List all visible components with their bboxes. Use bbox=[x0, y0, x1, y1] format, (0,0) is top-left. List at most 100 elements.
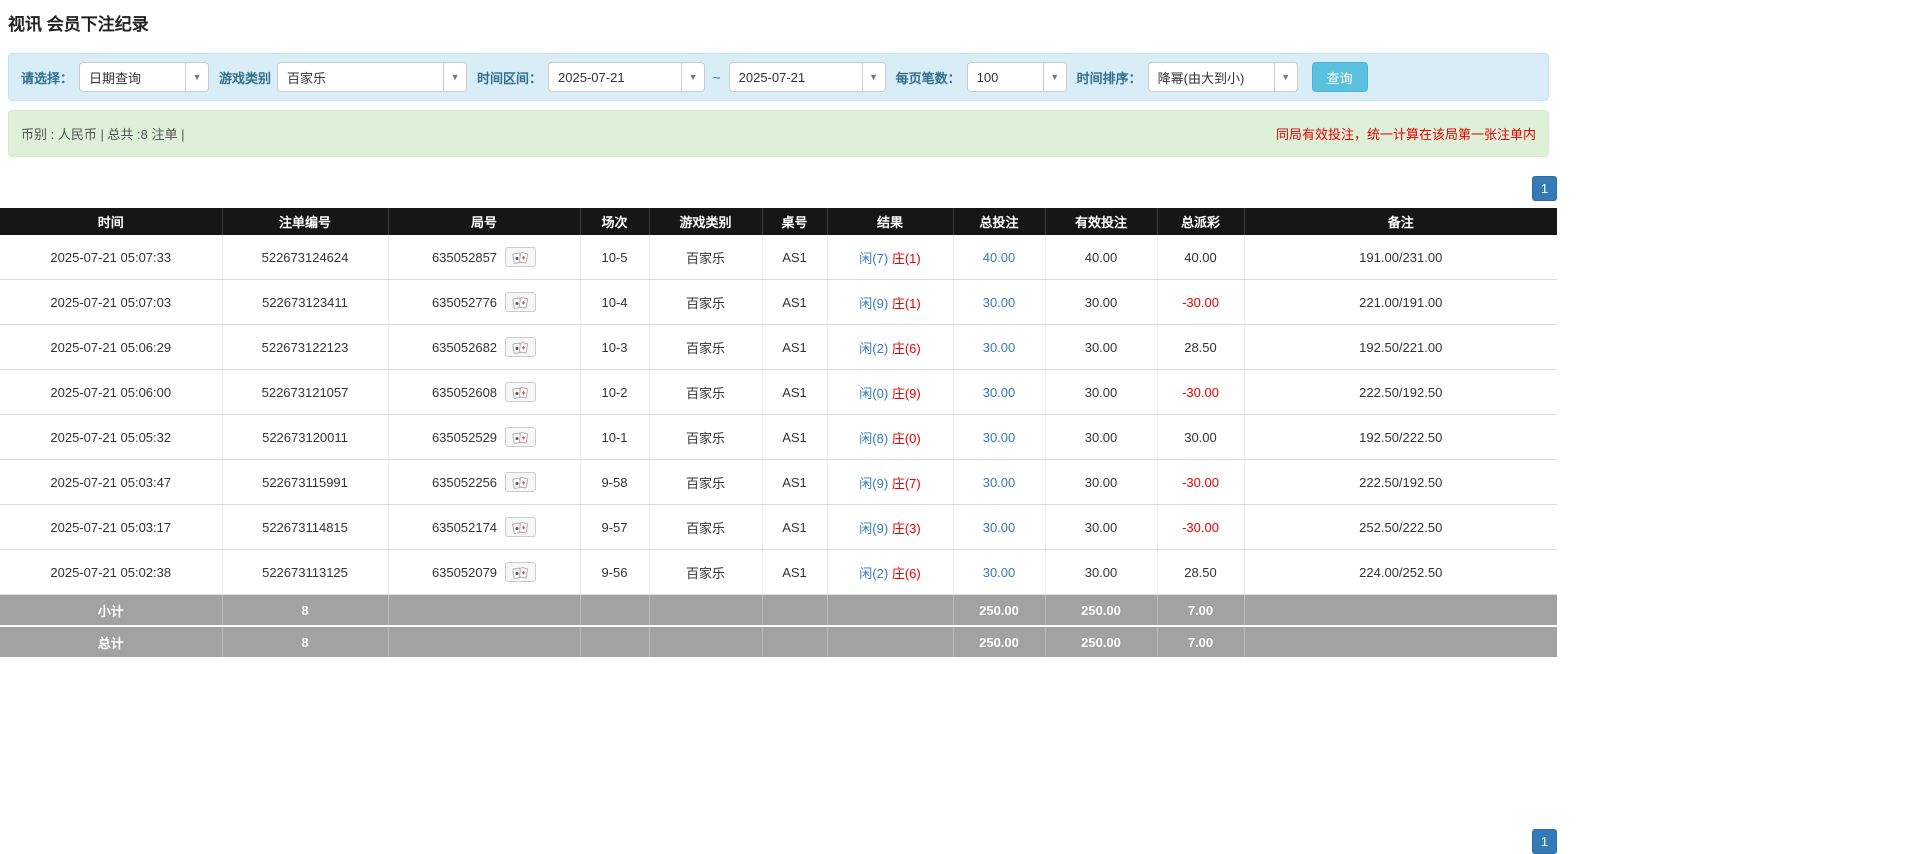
round-number: 635052256 bbox=[431, 474, 498, 490]
cell-total-bet: 30.00 bbox=[953, 279, 1046, 325]
query-type-select[interactable]: 日期查询 ▼ bbox=[79, 62, 210, 92]
cell-total-bet: 30.00 bbox=[953, 504, 1046, 550]
total-bet-link[interactable]: 30.00 bbox=[983, 565, 1016, 580]
cell-valid-bet: 40.00 bbox=[1045, 235, 1158, 280]
cell-round: 635052079 bbox=[388, 549, 581, 595]
table-row: 2025-07-21 05:02:38 522673113125 635052079… bbox=[0, 549, 1557, 595]
game-type-label: 游戏类别 bbox=[219, 70, 272, 86]
cell-note: 192.50/222.50 bbox=[1244, 414, 1557, 460]
table-row: 2025-07-21 05:06:00 522673121057 635052608… bbox=[0, 369, 1557, 415]
chevron-down-icon: ▼ bbox=[185, 63, 209, 91]
subtotal-payout: 7.00 bbox=[1157, 594, 1245, 627]
banker-result: 庄(1) bbox=[891, 250, 921, 266]
total-bet-link[interactable]: 30.00 bbox=[983, 475, 1016, 490]
cell-table: AS1 bbox=[762, 369, 828, 415]
search-button[interactable]: 查询 bbox=[1311, 62, 1368, 92]
total-bet-link[interactable]: 30.00 bbox=[983, 295, 1016, 310]
cell-empty bbox=[649, 594, 763, 627]
cards-icon bbox=[512, 567, 529, 579]
cell-table: AS1 bbox=[762, 279, 828, 325]
cell-total-bet: 40.00 bbox=[953, 235, 1046, 280]
cell-game-type: 百家乐 bbox=[649, 324, 763, 370]
cell-session: 10-2 bbox=[580, 369, 650, 415]
cell-result: 闲(0) 庄(9) bbox=[827, 369, 954, 415]
cell-session: 9-58 bbox=[580, 459, 650, 505]
total-bet-link[interactable]: 30.00 bbox=[983, 340, 1016, 355]
cell-empty bbox=[762, 594, 828, 627]
view-cards-button[interactable] bbox=[505, 382, 537, 402]
round-wrap: 635052079 bbox=[431, 562, 537, 582]
round-wrap: 635052174 bbox=[432, 517, 537, 537]
total-bet-link[interactable]: 30.00 bbox=[983, 430, 1016, 445]
view-cards-button[interactable] bbox=[505, 562, 537, 582]
cell-payout: -30.00 bbox=[1157, 279, 1245, 325]
col-header-session: 场次 bbox=[580, 208, 650, 235]
cell-result: 闲(2) 庄(6) bbox=[827, 324, 954, 370]
view-cards-button[interactable] bbox=[505, 247, 537, 267]
table-row: 2025-07-21 05:03:17 522673114815 635052174… bbox=[0, 504, 1557, 550]
page-button-1[interactable]: 1 bbox=[1532, 176, 1557, 201]
subtotal-row: 小计 8 250.00 250.00 7.00 bbox=[0, 594, 1557, 627]
banker-result: 庄(7) bbox=[891, 475, 921, 491]
table-row: 2025-07-21 05:05:32 522673120011 635052529… bbox=[0, 414, 1557, 460]
cell-time: 2025-07-21 05:05:32 bbox=[0, 414, 223, 460]
view-cards-button[interactable] bbox=[505, 427, 537, 447]
cell-note: 222.50/192.50 bbox=[1244, 459, 1557, 505]
view-cards-button[interactable] bbox=[505, 472, 537, 492]
total-bet-link[interactable]: 30.00 bbox=[983, 385, 1016, 400]
round-wrap: 635052682 bbox=[432, 337, 537, 357]
notice-text: 同局有效投注，统一计算在该局第一张注单内 bbox=[1275, 127, 1536, 142]
filter-bar: 请选择： 日期查询 ▼ 游戏类别 百家乐 ▼ 时间区间： 2025-07-21 … bbox=[8, 53, 1549, 101]
total-valid-bet: 250.00 bbox=[1045, 626, 1158, 659]
total-bet-link[interactable]: 40.00 bbox=[983, 250, 1016, 265]
cell-note: 192.50/221.00 bbox=[1244, 324, 1557, 370]
view-cards-button[interactable] bbox=[505, 292, 537, 312]
cell-session: 10-1 bbox=[580, 414, 650, 460]
page-size-select[interactable]: 100 ▼ bbox=[966, 62, 1067, 92]
cell-game-type: 百家乐 bbox=[649, 279, 763, 325]
cell-game-type: 百家乐 bbox=[649, 549, 763, 595]
page-button-1[interactable]: 1 bbox=[1532, 829, 1557, 854]
round-number: 635052079 bbox=[431, 564, 498, 580]
round-wrap: 635052256 bbox=[431, 472, 537, 492]
col-header-round: 局号 bbox=[388, 208, 581, 235]
chevron-down-icon: ▼ bbox=[861, 63, 885, 91]
cards-icon bbox=[512, 477, 529, 489]
total-bet-link[interactable]: 30.00 bbox=[983, 520, 1016, 535]
cell-empty bbox=[580, 594, 650, 627]
player-result: 闲(8) bbox=[859, 430, 889, 446]
cell-time: 2025-07-21 05:06:00 bbox=[0, 369, 223, 415]
cell-empty bbox=[827, 594, 954, 627]
col-header-payout: 总派彩 bbox=[1157, 208, 1245, 235]
page-title: 视讯 会员下注纪录 bbox=[8, 15, 149, 34]
col-header-note: 备注 bbox=[1244, 208, 1557, 235]
game-type-select[interactable]: 百家乐 ▼ bbox=[277, 62, 468, 92]
table-row: 2025-07-21 05:07:03 522673123411 635052776… bbox=[0, 279, 1557, 325]
view-cards-button[interactable] bbox=[505, 337, 537, 357]
cell-payout: 28.50 bbox=[1157, 549, 1245, 595]
banker-result: 庄(0) bbox=[891, 430, 921, 446]
subtotal-valid-bet: 250.00 bbox=[1045, 594, 1158, 627]
page: 视讯 会员下注纪录 请选择： 日期查询 ▼ 游戏类别 百家乐 ▼ 时间区间： 2… bbox=[0, 10, 1557, 854]
chevron-down-icon: ▼ bbox=[443, 63, 467, 91]
banker-result: 庄(9) bbox=[891, 385, 921, 401]
cell-note: 252.50/222.50 bbox=[1244, 504, 1557, 550]
date-from-value: 2025-07-21 bbox=[558, 69, 625, 85]
cell-valid-bet: 30.00 bbox=[1045, 504, 1158, 550]
game-type-value: 百家乐 bbox=[287, 70, 327, 86]
date-range-separator: ~ bbox=[713, 69, 721, 85]
cell-total-bet: 30.00 bbox=[953, 459, 1046, 505]
col-header-valid-bet: 有效投注 bbox=[1045, 208, 1158, 235]
cell-table: AS1 bbox=[762, 414, 828, 460]
cell-valid-bet: 30.00 bbox=[1045, 324, 1158, 370]
cell-round: 635052174 bbox=[388, 504, 581, 550]
date-from-select[interactable]: 2025-07-21 ▼ bbox=[548, 62, 706, 92]
table-row: 2025-07-21 05:06:29 522673122123 635052682… bbox=[0, 324, 1557, 370]
time-sort-select[interactable]: 降幂(由大到小) ▼ bbox=[1147, 62, 1298, 92]
view-cards-button[interactable] bbox=[505, 517, 537, 537]
cards-icon bbox=[512, 387, 529, 399]
date-to-select[interactable]: 2025-07-21 ▼ bbox=[728, 62, 886, 92]
round-number: 635052529 bbox=[431, 429, 498, 445]
cell-empty bbox=[388, 626, 581, 659]
total-label: 总计 bbox=[0, 626, 223, 659]
